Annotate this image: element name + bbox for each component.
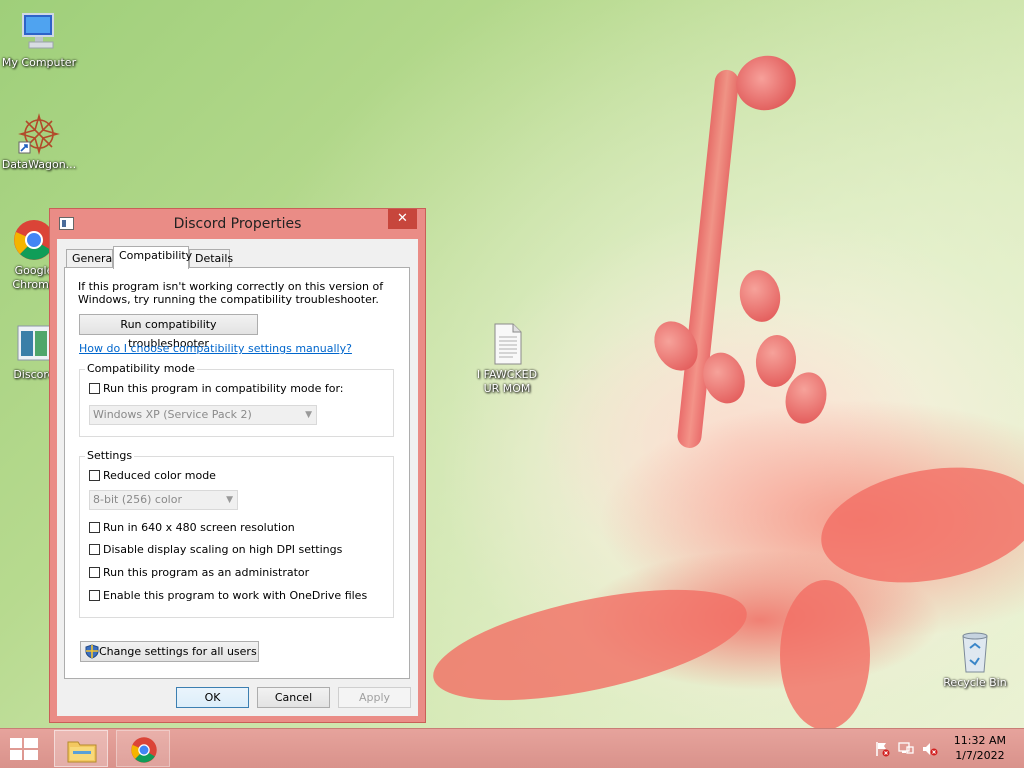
intro-text: If this program isn't working correctly …: [78, 280, 384, 306]
run-as-admin-checkbox[interactable]: Run this program as an administrator: [89, 566, 309, 579]
compat-mode-checkbox[interactable]: Run this program in compatibility mode f…: [89, 382, 344, 395]
window-client-area: General Compatibility Details If this pr…: [57, 239, 418, 716]
flower-petal: [812, 451, 1024, 599]
uac-shield-icon: [85, 644, 99, 665]
desktop-icon-datawagon[interactable]: DataWagon...: [0, 112, 78, 172]
color-depth-select[interactable]: 8-bit (256) color ▼: [89, 490, 238, 510]
run-troubleshooter-button[interactable]: Run compatibility troubleshooter: [79, 314, 258, 350]
tab-label: General: [72, 252, 116, 265]
compatibility-mode-group: Compatibility mode Run this program in c…: [79, 362, 394, 437]
reduced-color-checkbox[interactable]: Reduced color mode: [89, 469, 216, 482]
tab-details[interactable]: Details: [189, 249, 234, 267]
checkbox-label: Disable display scaling on high DPI sett…: [103, 543, 343, 556]
flower-pistil: [730, 49, 802, 117]
group-title: Compatibility mode: [85, 362, 197, 375]
datawagon-icon: [17, 112, 61, 156]
desktop-icon-text-file[interactable]: I FAWCKED UR MOM: [468, 322, 546, 396]
taskbar-google-chrome[interactable]: [116, 730, 170, 767]
flower-anther: [735, 266, 785, 326]
start-button[interactable]: [10, 738, 38, 763]
title-bar[interactable]: Discord Properties ✕: [50, 209, 425, 239]
apply-button[interactable]: Apply: [338, 687, 411, 708]
flower-petal: [424, 567, 756, 723]
chevron-down-icon: ▼: [226, 495, 233, 505]
group-title: Settings: [85, 449, 135, 462]
checkbox-label: Run this program in compatibility mode f…: [103, 382, 344, 395]
taskbar: 11:32 AM 1/7/2022: [0, 728, 1024, 768]
os-version-select[interactable]: Windows XP (Service Pack 2) ▼: [89, 405, 317, 425]
tab-label: Compatibility: [119, 249, 193, 262]
volume-muted-icon[interactable]: [922, 741, 938, 757]
icon-label: My Computer: [1, 56, 77, 69]
checkbox-label: Reduced color mode: [103, 469, 216, 482]
window-title: Discord Properties: [173, 216, 302, 232]
cancel-button[interactable]: Cancel: [257, 687, 330, 708]
network-icon[interactable]: [898, 741, 914, 757]
text-document-icon: [485, 322, 529, 366]
folder-icon: [67, 741, 97, 763]
checkbox-box[interactable]: [89, 567, 100, 578]
ok-button[interactable]: OK: [176, 687, 249, 708]
recycle-bin-icon: [953, 630, 997, 674]
clock-date: 1/7/2022: [955, 749, 1005, 762]
icon-label: I FAWCKED UR MOM: [476, 368, 538, 395]
desktop-icon-recycle-bin[interactable]: Recycle Bin: [936, 630, 1014, 690]
onedrive-checkbox[interactable]: Enable this program to work with OneDriv…: [89, 589, 367, 602]
system-clock[interactable]: 11:32 AM 1/7/2022: [954, 733, 1006, 763]
help-link[interactable]: How do I choose compatibility settings m…: [79, 342, 352, 355]
change-settings-all-users-button[interactable]: Change settings for all users: [80, 641, 259, 662]
resolution-640-checkbox[interactable]: Run in 640 x 480 screen resolution: [89, 521, 295, 534]
desktop-background: My Computer DataWagon... Google Chrome D…: [0, 0, 1024, 728]
properties-window: Discord Properties ✕ General Compatibili…: [49, 208, 426, 723]
select-value: 8-bit (256) color: [93, 493, 182, 506]
settings-group: Settings Reduced color mode 8-bit (256) …: [79, 449, 394, 618]
windows-logo-icon: [10, 738, 38, 760]
compatibility-page: If this program isn't working correctly …: [64, 267, 410, 679]
tab-general[interactable]: General: [66, 249, 116, 267]
tab-compatibility[interactable]: Compatibility: [113, 246, 193, 269]
close-button[interactable]: ✕: [388, 209, 417, 229]
chrome-icon: [131, 737, 157, 763]
close-icon: ✕: [397, 211, 408, 226]
icon-label: DataWagon...: [1, 158, 77, 171]
disable-dpi-scaling-checkbox[interactable]: Disable display scaling on high DPI sett…: [89, 543, 342, 556]
select-value: Windows XP (Service Pack 2): [93, 408, 252, 421]
clock-time: 11:32 AM: [953, 734, 1006, 747]
checkbox-box[interactable]: [89, 590, 100, 601]
checkbox-box[interactable]: [89, 470, 100, 481]
chevron-down-icon: ▼: [305, 410, 312, 420]
flower-petal: [780, 580, 870, 728]
checkbox-box[interactable]: [89, 522, 100, 533]
computer-icon: [17, 10, 61, 54]
button-label: Change settings for all users: [99, 645, 257, 658]
checkbox-box[interactable]: [89, 383, 100, 394]
icon-label: Recycle Bin: [943, 676, 1007, 689]
checkbox-box[interactable]: [89, 544, 100, 555]
taskbar-file-explorer[interactable]: [54, 730, 108, 767]
action-center-flag-icon[interactable]: [874, 741, 890, 757]
checkbox-label: Enable this program to work with OneDriv…: [103, 589, 368, 602]
checkbox-label: Run this program as an administrator: [103, 566, 310, 579]
tab-label: Details: [195, 252, 234, 265]
desktop-icon-my-computer[interactable]: My Computer: [0, 10, 78, 70]
checkbox-label: Run in 640 x 480 screen resolution: [103, 521, 295, 534]
